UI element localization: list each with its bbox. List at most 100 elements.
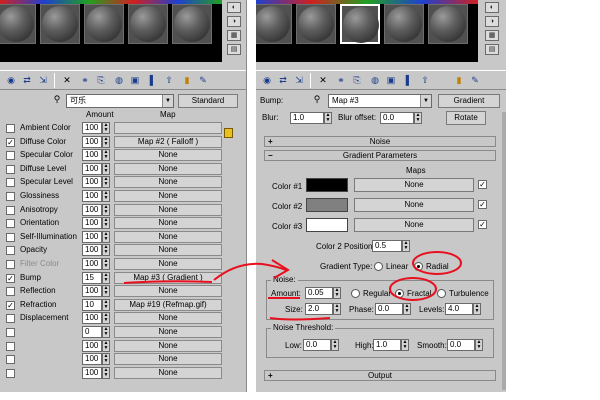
map-amount-input[interactable]: 100 <box>82 176 102 189</box>
eyedropper-icon[interactable]: ⚲ <box>50 93 64 106</box>
map-enable-checkbox[interactable] <box>6 192 15 201</box>
map-enable-checkbox[interactable] <box>6 328 15 337</box>
map-amount-input[interactable]: 100 <box>82 217 102 230</box>
color2-position-input[interactable]: 0.5 <box>372 240 402 252</box>
map-slot-button[interactable]: None <box>114 326 222 338</box>
map-amount-spinner[interactable]: ▲ ▼ <box>102 244 110 257</box>
smooth-spinner[interactable]: ▲ ▼ <box>475 339 483 351</box>
map-enable-checkbox[interactable] <box>6 124 15 133</box>
color-map-checkbox[interactable]: ✓ <box>478 180 487 189</box>
put-to-library-icon[interactable]: ⎘ <box>94 74 108 87</box>
map-slot-button[interactable]: Map #19 (Refmap.gif) <box>114 298 222 311</box>
map-enable-checkbox[interactable] <box>6 219 15 229</box>
linear-radio[interactable] <box>374 262 383 271</box>
map-amount-spinner[interactable]: ▲ ▼ <box>102 149 110 162</box>
map-slot-button[interactable]: None <box>114 190 222 202</box>
map-amount-spinner[interactable]: ▲ ▼ <box>102 271 110 284</box>
uv-tiling-icon[interactable]: ▤ <box>227 44 241 55</box>
map-enable-checkbox[interactable]: ✓ <box>6 137 15 147</box>
map-amount-input[interactable]: 100 <box>82 190 102 202</box>
color-map-checkbox[interactable]: ✓ <box>478 200 487 209</box>
put-to-scene-icon[interactable]: ⇄ <box>20 74 34 87</box>
output-rollout-header[interactable]: + Output <box>264 370 496 381</box>
map-type-button[interactable]: Gradient <box>438 94 500 108</box>
map-slot-button[interactable]: None <box>114 162 222 175</box>
map-slot-button[interactable]: None <box>114 230 222 243</box>
map-amount-input[interactable]: 15 <box>82 271 102 284</box>
map-amount-input[interactable]: 100 <box>82 162 102 175</box>
map-slot-button[interactable]: None <box>114 258 222 270</box>
uv-tiling-icon[interactable]: ▤ <box>485 44 499 55</box>
make-unique-icon[interactable]: ⚭ <box>78 74 92 87</box>
map-amount-spinner[interactable]: ▲ ▼ <box>102 298 110 311</box>
map-enable-checkbox[interactable]: ✓ <box>6 300 15 310</box>
map-enable-checkbox[interactable] <box>6 232 15 242</box>
sample-type-icon[interactable]: ◐ <box>227 2 241 13</box>
sample-slot[interactable] <box>84 4 124 44</box>
map-slot-button[interactable]: Map #2 ( Falloff ) <box>114 135 222 148</box>
map-amount-spinner[interactable]: ▲ ▼ <box>102 353 110 366</box>
map-amount-input[interactable]: 100 <box>82 258 102 270</box>
sample-slot[interactable] <box>384 4 424 44</box>
pick-from-object-icon[interactable]: ✎ <box>468 74 482 87</box>
map-amount-spinner[interactable]: ▲ ▼ <box>102 326 110 338</box>
map-slot-button[interactable] <box>114 122 222 134</box>
map-enable-checkbox[interactable] <box>6 246 15 256</box>
go-to-parent-icon[interactable]: ⇧ <box>162 74 176 87</box>
blur-input[interactable]: 1.0 <box>290 112 324 124</box>
color-map-button[interactable]: None <box>354 198 474 212</box>
high-input[interactable]: 1.0 <box>373 339 401 351</box>
map-enable-checkbox[interactable] <box>6 314 15 324</box>
noise-amount-input[interactable]: 0.05 <box>305 287 333 299</box>
map-amount-input[interactable]: 100 <box>82 203 102 216</box>
reset-map-icon[interactable]: ✕ <box>316 74 330 87</box>
map-slot-button[interactable]: None <box>114 176 222 189</box>
low-input[interactable]: 0.0 <box>303 339 331 351</box>
map-amount-spinner[interactable]: ▲ ▼ <box>102 122 110 134</box>
color-map-button[interactable]: None <box>354 178 474 192</box>
show-map-icon[interactable]: ▣ <box>128 74 142 87</box>
active-sample-slot[interactable] <box>340 4 380 44</box>
sample-slot[interactable] <box>296 4 336 44</box>
map-name-dropdown[interactable]: Map #3 ▼ <box>328 94 432 108</box>
map-amount-spinner[interactable]: ▲ ▼ <box>102 258 110 270</box>
fractal-radio[interactable] <box>395 289 404 298</box>
gradient-parameters-header[interactable]: − Gradient Parameters <box>264 150 496 161</box>
levels-spinner[interactable]: ▲ ▼ <box>473 303 481 315</box>
rotate-button[interactable]: Rotate <box>446 111 486 125</box>
noise-size-spinner[interactable]: ▲ ▼ <box>333 303 341 315</box>
map-amount-input[interactable]: 0 <box>82 326 102 338</box>
sample-type-icon[interactable]: ◐ <box>485 2 499 13</box>
map-enable-checkbox[interactable] <box>6 205 15 215</box>
blur-offset-spinner[interactable]: ▲ ▼ <box>414 112 422 124</box>
backlight-icon[interactable]: ◑ <box>227 16 241 27</box>
noise-rollout-header[interactable]: + Noise <box>264 136 496 147</box>
map-amount-spinner[interactable]: ▲ ▼ <box>102 339 110 352</box>
assign-material-icon[interactable]: ⇲ <box>36 74 50 87</box>
map-amount-spinner[interactable]: ▲ ▼ <box>102 190 110 202</box>
map-enable-checkbox[interactable] <box>6 355 15 365</box>
map-amount-input[interactable]: 100 <box>82 312 102 325</box>
map-slot-button[interactable]: None <box>114 244 222 257</box>
color-swatch[interactable] <box>306 218 348 232</box>
eyedropper-icon[interactable]: ⚲ <box>310 93 324 106</box>
map-amount-input[interactable]: 100 <box>82 135 102 148</box>
map-amount-spinner[interactable]: ▲ ▼ <box>102 162 110 175</box>
material-effects-icon[interactable]: ◍ <box>368 74 382 87</box>
map-amount-input[interactable]: 100 <box>82 244 102 257</box>
assign-material-icon[interactable]: ⇲ <box>292 74 306 87</box>
map-slot-button[interactable]: Map #3 ( Gradient ) <box>114 271 222 284</box>
material-type-button[interactable]: Standard <box>178 94 238 108</box>
smooth-input[interactable]: 0.0 <box>447 339 475 351</box>
map-amount-input[interactable]: 100 <box>82 230 102 243</box>
low-spinner[interactable]: ▲ ▼ <box>331 339 339 351</box>
map-slot-button[interactable]: None <box>114 366 222 379</box>
map-amount-spinner[interactable]: ▲ ▼ <box>102 285 110 298</box>
map-amount-spinner[interactable]: ▲ ▼ <box>102 203 110 216</box>
map-slot-button[interactable]: None <box>114 339 222 352</box>
map-amount-input[interactable]: 100 <box>82 122 102 134</box>
map-amount-spinner[interactable]: ▲ ▼ <box>102 312 110 325</box>
put-to-scene-icon[interactable]: ⇄ <box>276 74 290 87</box>
phase-input[interactable]: 0.0 <box>375 303 403 315</box>
map-slot-button[interactable]: None <box>114 312 222 325</box>
